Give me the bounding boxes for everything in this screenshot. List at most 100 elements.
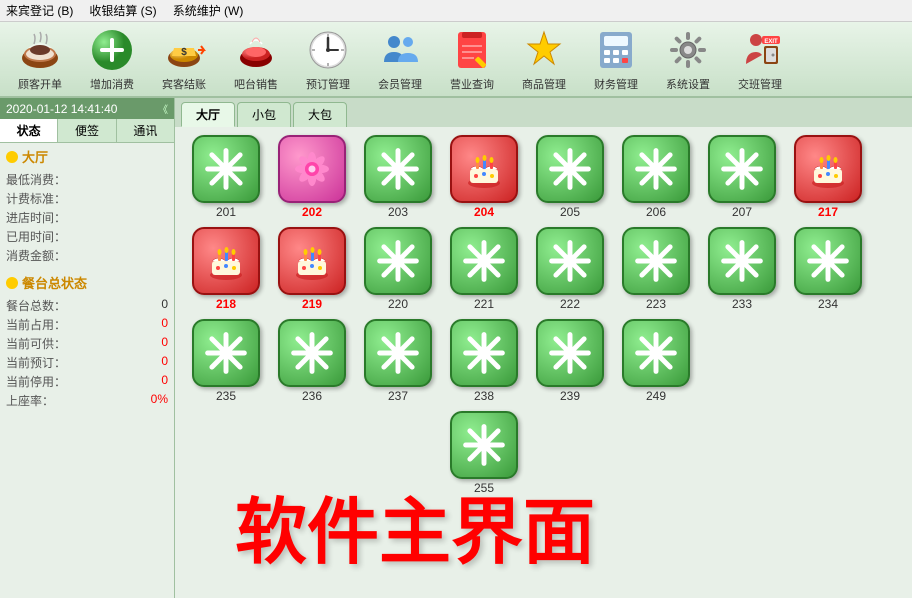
total-tables-val: 0 bbox=[161, 297, 168, 314]
table-number: 234 bbox=[818, 297, 838, 311]
add-consume-button[interactable]: 增加消费 bbox=[80, 26, 144, 92]
table-row[interactable]: 223 bbox=[617, 227, 695, 311]
checkout-button[interactable]: $ 宾客结账 bbox=[152, 26, 216, 92]
bar-sale-button[interactable]: 吧台销售 bbox=[224, 26, 288, 92]
table-row[interactable]: 202 bbox=[273, 135, 351, 219]
table-row[interactable]: 255 bbox=[445, 411, 523, 495]
table-number: 235 bbox=[216, 389, 236, 403]
datetime-bar: 2020-01-12 14:41:40 《 bbox=[0, 98, 174, 119]
menu-system[interactable]: 系统维护 (W) bbox=[173, 2, 244, 19]
member-label: 会员管理 bbox=[378, 76, 422, 92]
table-number: 238 bbox=[474, 389, 494, 403]
handover-button[interactable]: EXIT 交班管理 bbox=[728, 26, 792, 92]
hall-section: 大厅 最低消费： 计费标准： 进店时间： 已用时间： 消费金额： bbox=[0, 143, 174, 269]
table-row[interactable]: 233 bbox=[703, 227, 781, 311]
table-row[interactable]: 217 bbox=[789, 135, 867, 219]
table-row[interactable]: 221 bbox=[445, 227, 523, 311]
content-tabs: 大厅 小包 大包 bbox=[175, 98, 912, 127]
preorder-button[interactable]: 预订管理 bbox=[296, 26, 360, 92]
table-row[interactable]: 218 bbox=[187, 227, 265, 311]
content-tab-hall[interactable]: 大厅 bbox=[181, 102, 235, 127]
table-number: 206 bbox=[646, 205, 666, 219]
table-row[interactable]: 238 bbox=[445, 319, 523, 403]
main-area: 2020-01-12 14:41:40 《 状态 便签 通讯 大厅 最低消费： … bbox=[0, 98, 912, 598]
table-row[interactable]: 207 bbox=[703, 135, 781, 219]
table-number: 202 bbox=[302, 205, 322, 219]
settings-button[interactable]: 系统设置 bbox=[656, 26, 720, 92]
table-number: 223 bbox=[646, 297, 666, 311]
consume-amount-row: 消费金额： bbox=[6, 246, 168, 265]
preorder-label: 预订管理 bbox=[306, 76, 350, 92]
menubar: 来宾登记 (B) 收银结算 (S) 系统维护 (W) bbox=[0, 0, 912, 22]
table-row[interactable]: 203 bbox=[359, 135, 437, 219]
status-title: 餐台总状态 bbox=[6, 273, 168, 292]
table-number: 204 bbox=[474, 205, 494, 219]
table-row[interactable]: 204 bbox=[445, 135, 523, 219]
goods-label: 商品管理 bbox=[522, 76, 566, 92]
table-row[interactable]: 236 bbox=[273, 319, 351, 403]
goods-button[interactable]: 商品管理 bbox=[512, 26, 576, 92]
total-tables-row: 餐台总数：0 bbox=[6, 296, 168, 315]
tab-comm[interactable]: 通讯 bbox=[117, 119, 174, 142]
datetime-text: 2020-01-12 14:41:40 bbox=[6, 102, 117, 116]
table-row[interactable]: 239 bbox=[531, 319, 609, 403]
toolbar: 顾客开单 增加消费 bbox=[0, 22, 912, 98]
table-row[interactable]: 206 bbox=[617, 135, 695, 219]
menu-guest[interactable]: 来宾登记 (B) bbox=[6, 2, 73, 19]
guest-open-label: 顾客开单 bbox=[18, 76, 62, 92]
min-consume-row: 最低消费： bbox=[6, 170, 168, 189]
business-button[interactable]: 营业查询 bbox=[440, 26, 504, 92]
big-text-overlay: 软件主界面 bbox=[235, 473, 902, 578]
table-row[interactable]: 249 bbox=[617, 319, 695, 403]
preorder-val: 0 bbox=[161, 354, 168, 371]
table-row[interactable]: 222 bbox=[531, 227, 609, 311]
member-button[interactable]: 会员管理 bbox=[368, 26, 432, 92]
add-consume-label: 增加消费 bbox=[90, 76, 134, 92]
tab-note[interactable]: 便签 bbox=[58, 119, 116, 142]
enter-time-row: 进店时间： bbox=[6, 208, 168, 227]
table-row[interactable]: 201 bbox=[187, 135, 265, 219]
hall-title: 大厅 bbox=[6, 147, 168, 166]
table-row[interactable]: 205 bbox=[531, 135, 609, 219]
table-number: 255 bbox=[474, 481, 494, 495]
table-row[interactable]: 235 bbox=[187, 319, 265, 403]
menu-checkout[interactable]: 收银结算 (S) bbox=[89, 2, 156, 19]
svg-text:EXIT: EXIT bbox=[764, 39, 778, 45]
table-number: 217 bbox=[818, 205, 838, 219]
available-row: 当前可供：0 bbox=[6, 334, 168, 353]
table-number: 205 bbox=[560, 205, 580, 219]
status-section: 餐台总状态 餐台总数：0 当前占用：0 当前可供：0 当前预订：0 当前停用：0… bbox=[0, 269, 174, 414]
hall-dot bbox=[6, 151, 18, 163]
content-tab-small[interactable]: 小包 bbox=[237, 102, 291, 127]
content-tab-large[interactable]: 大包 bbox=[293, 102, 347, 127]
occupied-row: 当前占用：0 bbox=[6, 315, 168, 334]
table-number: 218 bbox=[216, 297, 236, 311]
table-row[interactable]: 220 bbox=[359, 227, 437, 311]
sidebar: 2020-01-12 14:41:40 《 状态 便签 通讯 大厅 最低消费： … bbox=[0, 98, 175, 598]
bar-sale-label: 吧台销售 bbox=[234, 76, 278, 92]
occupied-val: 0 bbox=[161, 316, 168, 333]
finance-label: 财务管理 bbox=[594, 76, 638, 92]
disabled-val: 0 bbox=[161, 373, 168, 390]
tab-status[interactable]: 状态 bbox=[0, 119, 58, 142]
checkout-label: 宾客结账 bbox=[162, 76, 206, 92]
available-val: 0 bbox=[161, 335, 168, 352]
table-number: 236 bbox=[302, 389, 322, 403]
table-row[interactable]: 237 bbox=[359, 319, 437, 403]
table-number: 220 bbox=[388, 297, 408, 311]
guest-open-button[interactable]: 顾客开单 bbox=[8, 26, 72, 92]
table-number: 233 bbox=[732, 297, 752, 311]
table-number: 221 bbox=[474, 297, 494, 311]
status-dot bbox=[6, 277, 18, 289]
table-number: 237 bbox=[388, 389, 408, 403]
table-row[interactable]: 219 bbox=[273, 227, 351, 311]
finance-button[interactable]: 财务管理 bbox=[584, 26, 648, 92]
collapse-button[interactable]: 《 bbox=[158, 101, 168, 116]
table-row[interactable]: 234 bbox=[789, 227, 867, 311]
table-number: 239 bbox=[560, 389, 580, 403]
table-grid: 201 202 203 204 205 206 bbox=[175, 127, 912, 598]
charge-standard-row: 计费标准： bbox=[6, 189, 168, 208]
table-number: 249 bbox=[646, 389, 666, 403]
content-area: 大厅 小包 大包 201 202 203 bbox=[175, 98, 912, 598]
business-label: 营业查询 bbox=[450, 76, 494, 92]
